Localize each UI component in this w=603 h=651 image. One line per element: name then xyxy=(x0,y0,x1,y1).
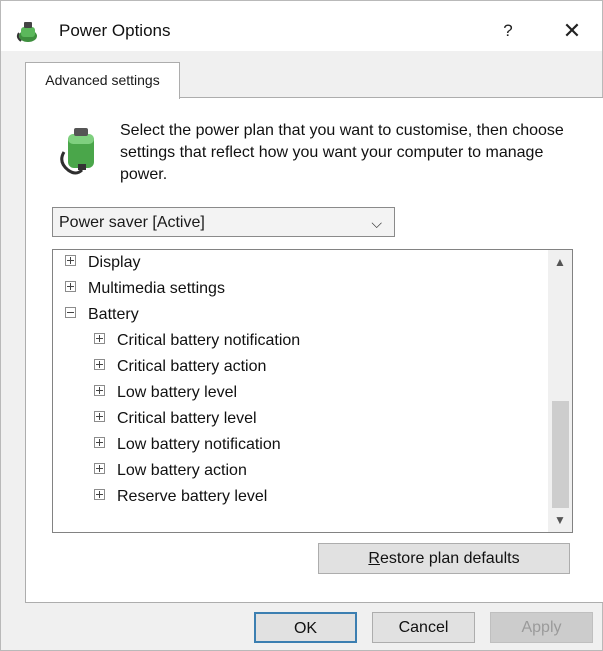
power-options-icon xyxy=(16,22,37,42)
tree-item-critical-battery-level[interactable]: Critical battery level xyxy=(94,406,257,432)
expand-icon[interactable] xyxy=(94,333,105,345)
expand-icon[interactable] xyxy=(94,489,105,501)
vertical-scrollbar[interactable]: ▲ ▼ xyxy=(548,250,572,532)
window-title: Power Options xyxy=(59,21,171,40)
tree-item-reserve-battery-level[interactable]: Reserve battery level xyxy=(94,484,267,510)
collapse-icon[interactable] xyxy=(65,307,76,319)
tree-item-label: Critical battery action xyxy=(117,358,267,375)
expand-icon[interactable] xyxy=(94,463,105,475)
close-button[interactable]: ✕ xyxy=(557,15,587,47)
tree-item-critical-battery-notification[interactable]: Critical battery notification xyxy=(94,328,300,354)
power-plan-select-value: Power saver [Active] xyxy=(59,214,205,231)
scroll-up-icon[interactable]: ▲ xyxy=(548,250,572,274)
expand-icon[interactable] xyxy=(94,385,105,397)
tab-panel: Select the power plan that you want to c… xyxy=(25,97,603,603)
tree-item-label: Multimedia settings xyxy=(88,280,225,297)
tree-item-label: Display xyxy=(88,254,141,271)
tree-item-low-battery-notification[interactable]: Low battery notification xyxy=(94,432,281,458)
chevron-down-icon: ⌵ xyxy=(371,215,382,231)
expand-icon[interactable] xyxy=(94,411,105,423)
tree-item-battery[interactable]: Battery xyxy=(65,302,139,328)
settings-tree[interactable]: Display Multimedia settings Battery Crit… xyxy=(52,249,573,533)
apply-button[interactable]: Apply xyxy=(490,612,593,643)
plan-description: Select the power plan that you want to c… xyxy=(120,122,564,183)
restore-label-rest: estore plan defaults xyxy=(379,550,520,567)
power-plan-select[interactable]: Power saver [Active] ⌵ xyxy=(52,207,395,237)
dialog-content: Advanced settings Select the power plan … xyxy=(1,51,603,650)
expand-icon[interactable] xyxy=(94,437,105,449)
tree-item-multimedia-settings[interactable]: Multimedia settings xyxy=(65,276,225,302)
tree-item-display[interactable]: Display xyxy=(65,250,140,276)
tab-advanced-settings[interactable]: Advanced settings xyxy=(25,62,180,99)
restore-hotkey-letter: R xyxy=(368,550,380,567)
ok-button[interactable]: OK xyxy=(254,612,357,643)
battery-plug-icon xyxy=(60,128,94,175)
expand-icon[interactable] xyxy=(65,255,76,267)
help-button[interactable]: ? xyxy=(493,15,523,47)
expand-icon[interactable] xyxy=(94,359,105,371)
cancel-button[interactable]: Cancel xyxy=(372,612,475,643)
power-options-dialog: Power Options ? ✕ Advanced settings Sele… xyxy=(0,0,603,651)
tree-item-low-battery-action[interactable]: Low battery action xyxy=(94,458,247,484)
tree-item-label: Critical battery notification xyxy=(117,332,301,349)
tree-item-label: Low battery level xyxy=(117,384,238,401)
title-bar[interactable]: Power Options ? ✕ xyxy=(1,1,602,51)
tree-item-label: Critical battery level xyxy=(117,410,257,427)
expand-icon[interactable] xyxy=(65,281,76,293)
tree-item-critical-battery-action[interactable]: Critical battery action xyxy=(94,354,266,380)
tree-item-label: Low battery action xyxy=(117,462,247,479)
tree-item-label: Low battery notification xyxy=(117,436,281,453)
scroll-down-icon[interactable]: ▼ xyxy=(548,508,572,532)
restore-plan-defaults-button[interactable]: Restore plan defaults xyxy=(318,543,570,574)
tree-item-label: Reserve battery level xyxy=(117,488,268,505)
tree-item-label: Battery xyxy=(88,306,139,323)
tree-item-low-battery-level[interactable]: Low battery level xyxy=(94,380,237,406)
scroll-thumb[interactable] xyxy=(552,401,569,508)
